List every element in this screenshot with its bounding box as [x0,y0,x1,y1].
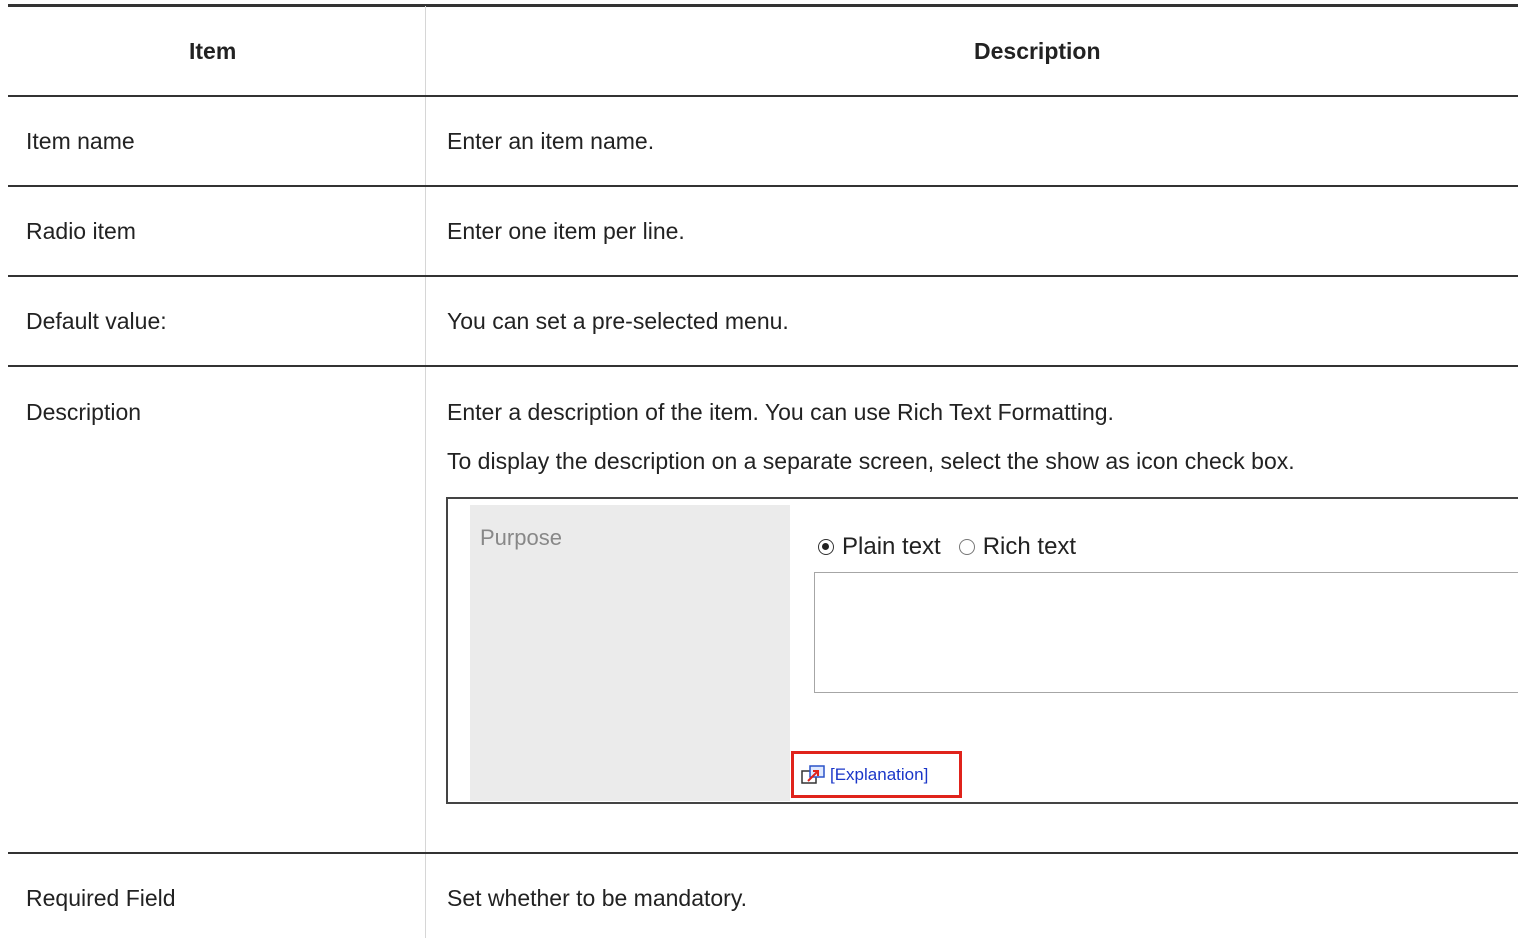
row-divider [8,185,1518,187]
radio-plain-text[interactable]: Plain text [818,533,941,561]
row-item-name-label: Item name [26,128,135,154]
description-table: Item Description Item name Enter an item… [0,0,1518,938]
purpose-label-cell: Purpose [470,505,790,801]
row-required-field-desc: Set whether to be mandatory. [447,885,748,911]
header-description: Description [974,38,1101,64]
explanation-link[interactable]: [Explanation] [830,765,928,785]
radio-unselected-icon [958,539,975,555]
row-default-value-desc: You can set a pre-selected menu. [447,308,789,334]
row-radio-item-desc: Enter one item per line. [447,218,685,244]
row-radio-item-label: Radio item [26,218,136,244]
row-divider [8,365,1518,367]
row-description-desc-2: To display the description on a separate… [447,448,1295,474]
row-divider [8,275,1518,277]
row-description-desc: Enter a description of the item. You can… [447,399,1114,425]
row-default-value-label: Default value: [26,308,167,334]
description-textarea[interactable] [814,572,1518,693]
column-divider [425,6,426,938]
radio-rich-text-label: Rich text [982,533,1077,560]
explanation-link-highlight[interactable]: [Explanation] [791,751,962,798]
row-required-field-label: Required Field [26,885,176,911]
row-divider [8,852,1518,854]
table-top-border [8,4,1518,7]
row-item-name-desc: Enter an item name. [447,128,655,154]
popup-window-icon [800,763,828,787]
header-item: Item [189,38,237,64]
row-description-label: Description [26,399,142,425]
format-radio-group: Plain text Rich text [818,533,1094,561]
radio-selected-icon [818,539,834,555]
row-divider [8,95,1518,97]
embedded-screenshot: Purpose Plain text Rich text [Explanatio… [446,497,1518,804]
radio-rich-text[interactable]: Rich text [958,533,1077,561]
radio-plain-text-label: Plain text [842,533,941,560]
purpose-label: Purpose [480,525,562,550]
